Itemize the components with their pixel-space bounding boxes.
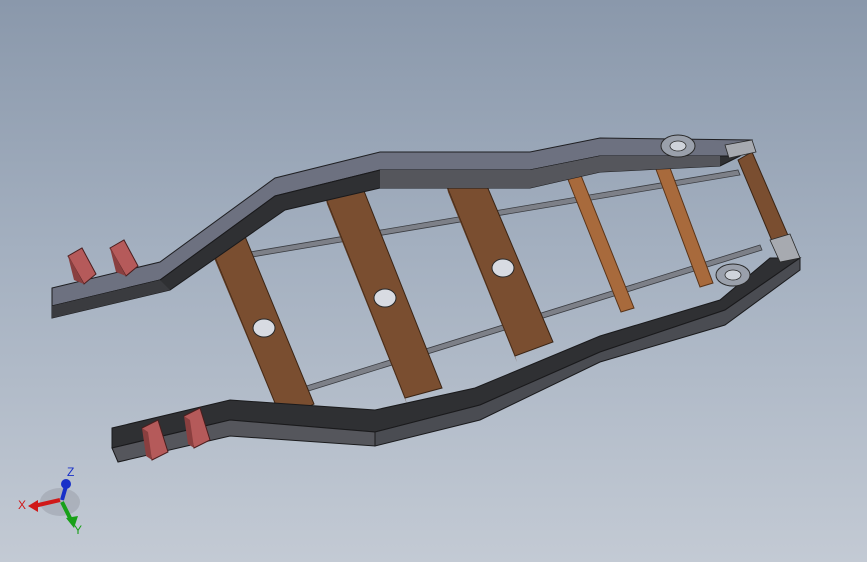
mount-eye-upper	[660, 134, 696, 158]
coordinate-triad: X Y Z	[18, 465, 82, 537]
z-axis-knob	[61, 479, 71, 489]
mount-eye-lower	[715, 263, 751, 287]
x-axis-arrow	[28, 500, 38, 512]
crossmember-hole	[252, 318, 276, 338]
crossmember-1	[211, 233, 315, 425]
crossmember-hole	[491, 258, 515, 278]
rear-crossmember	[737, 151, 791, 249]
z-axis-label: Z	[67, 465, 74, 479]
chassis-frame-model[interactable]: X Y Z	[0, 0, 867, 562]
x-axis-label: X	[18, 498, 26, 512]
crossmember-2	[324, 185, 443, 404]
3d-viewport[interactable]: X Y Z	[0, 0, 867, 562]
crossmember-hole	[373, 288, 397, 308]
y-axis-label: Y	[74, 523, 82, 537]
